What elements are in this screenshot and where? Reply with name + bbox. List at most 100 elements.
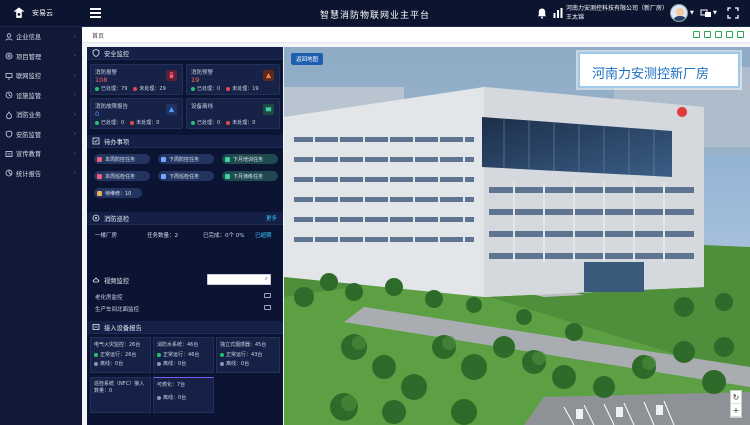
processed-label: 已处理： (197, 86, 218, 92)
camera-name: 生产车间北面监控 (95, 307, 140, 313)
offline-value: 0台 (178, 361, 187, 367)
normal-label: 正常运行： (163, 352, 189, 358)
section-header-devices: 接入设备报告 (87, 321, 283, 334)
chevron-right-icon: › (74, 53, 76, 60)
stats-icon[interactable] (552, 7, 564, 19)
building-scene (284, 47, 750, 425)
todo-next-month-drill[interactable]: 下月演练任务 (222, 171, 278, 181)
camera-item[interactable]: 生产车间北面监控 (95, 305, 275, 313)
processed-value: 79 (121, 86, 128, 92)
todo-pending-repair[interactable]: 待维修：10 (94, 188, 142, 198)
warning-icon (263, 70, 274, 81)
card-value: 0 (95, 110, 100, 118)
done-label: 已完成： (203, 233, 226, 239)
todo-label: 下月演练任务 (233, 173, 264, 180)
card-device-offline[interactable]: 设备离线 已处理：0 未处理：0 (186, 98, 280, 129)
logo-icon (13, 7, 25, 18)
sidebar-item-facilities[interactable]: 设施监管 › (0, 86, 82, 106)
todo-label: 本周防控任务 (105, 156, 136, 163)
camera-search: ⌕ (207, 274, 338, 285)
fire-icon (6, 110, 12, 119)
back-to-map-button[interactable]: 返回地图 (291, 53, 324, 65)
camera-name: 老化房监控 (95, 295, 123, 301)
unprocessed-value: 19 (252, 86, 259, 92)
status-badge: 已超期 (255, 233, 272, 239)
sidebar-item-company[interactable]: 企业信息 › (0, 27, 82, 47)
map-view[interactable]: 返回地图 河南力安测控新厂房 ↻ + (284, 47, 750, 425)
fullscreen-icon[interactable] (727, 7, 739, 19)
refresh-icon[interactable] (693, 31, 700, 38)
search-icon[interactable]: ⌕ (265, 275, 268, 283)
device-card-combustible[interactable]: 可燃化：7台 离线：0台 (153, 377, 214, 413)
location-label-text: 河南力安测控新厂房 (592, 67, 710, 82)
task-count: 2 (174, 233, 179, 239)
section-title: 视频监控 (104, 277, 130, 285)
card-fault-report[interactable]: 消防故障报告 0 已处理：0 未处理：0 (90, 98, 183, 129)
section-title: 待办事项 (104, 138, 130, 146)
chevron-down-icon[interactable]: ▼ (713, 10, 717, 16)
todo-next-week-inspection[interactable]: 下周巡检任务 (158, 171, 214, 181)
settings-icon[interactable] (704, 31, 711, 38)
map-controls: ↻ + (730, 390, 742, 418)
offline-label: 离线： (163, 395, 179, 401)
chevron-down-icon[interactable]: ▼ (690, 10, 694, 16)
card-title: 设备离线 (191, 104, 214, 110)
device-card-smoke[interactable]: 独立式烟感器：45台 正常运行：43台 离线：0台 (216, 337, 280, 373)
todo-next-month-training[interactable]: 下月培训任务 (222, 154, 278, 164)
processed-label: 已处理： (101, 120, 122, 126)
more-link[interactable]: 更多 (266, 214, 277, 222)
grid-icon[interactable] (726, 31, 733, 38)
inspection-icon (92, 214, 100, 222)
card-value: 108 (95, 76, 108, 84)
device-name: 消防水系统：46台 (157, 342, 199, 348)
inspection-row[interactable]: 一楼厂房 任务数量：2 已完成：0个 0% 已超期 (95, 231, 280, 239)
sidebar-item-security[interactable]: 安防监管 › (0, 125, 82, 145)
sidebar-item-education[interactable]: 宣传教育 › (0, 144, 82, 164)
company-name: 河南力安测控科技有限公司（新厂房） (566, 5, 669, 12)
device-name: 独立式烟感器：45台 (220, 342, 267, 348)
tab-home[interactable]: 首页 (92, 31, 104, 40)
expand-icon[interactable] (737, 31, 744, 38)
unprocessed-label: 未处理： (232, 120, 253, 126)
menu-toggle-icon[interactable] (90, 8, 101, 18)
avatar[interactable] (670, 4, 688, 22)
processed-value: 0 (217, 120, 221, 126)
todo-weekly-prevention[interactable]: 本周防控任务 (94, 154, 150, 164)
sidebar-item-network-monitor[interactable]: 联网监控 › (0, 66, 82, 86)
project-icon (5, 52, 13, 60)
device-card-nfc[interactable]: 巡检系统（NFC）接入数量：0 (90, 377, 151, 413)
close-tab-icon[interactable] (715, 31, 722, 38)
reset-view-icon[interactable]: ↻ (731, 391, 741, 404)
sidebar-item-projects[interactable]: 项目管理 › (0, 47, 82, 67)
todo-weekly-inspection[interactable]: 本周巡检任务 (94, 171, 150, 181)
bell-icon[interactable] (536, 7, 548, 19)
alarm-icon (166, 70, 177, 81)
device-card-water[interactable]: 消防水系统：46台 正常运行：46台 离线：0台 (153, 337, 214, 373)
section-title: 接入设备报告 (104, 324, 142, 332)
sidebar: 企业信息 › 项目管理 › 联网监控 › 设施监管 › 消防业务 › 安防监管 › 宣传教育… (0, 27, 82, 425)
normal-label: 正常运行： (100, 352, 126, 358)
education-icon (5, 150, 13, 157)
sidebar-item-reports[interactable]: 统计报告 › (0, 164, 82, 184)
section-title: 消防巡检 (104, 215, 130, 223)
unprocessed-label: 未处理： (139, 86, 160, 92)
normal-value: 43台 (251, 352, 263, 358)
zoom-in-button[interactable]: + (731, 404, 741, 417)
todo-label: 下月培训任务 (233, 156, 264, 163)
card-fire-warning[interactable]: 消防预警 19 已处理：0 未处理：19 (186, 64, 280, 95)
card-fire-alarm[interactable]: 消防报警 108 已处理：79 未处理：29 (90, 64, 183, 95)
device-card-electrical[interactable]: 电气火灾监控：26台 正常运行：26台 离线：0台 (90, 337, 151, 373)
todo-next-week-prevention[interactable]: 下周防控任务 (158, 154, 214, 164)
processed-label: 已处理： (101, 86, 122, 92)
sidebar-item-label: 安防监管 (16, 131, 42, 139)
toolbar (693, 31, 744, 38)
chevron-right-icon: › (74, 170, 76, 177)
todo-label: 下周防控任务 (169, 156, 200, 163)
switch-icon[interactable] (700, 7, 712, 19)
breadcrumb: 首页 (82, 27, 750, 43)
camera-search-input[interactable] (208, 275, 338, 284)
app-logo[interactable]: 安易云 (12, 6, 53, 20)
sidebar-item-fire-business[interactable]: 消防业务 › (0, 105, 82, 125)
shield-icon (92, 49, 100, 57)
camera-item[interactable]: 老化房监控 (95, 293, 275, 301)
